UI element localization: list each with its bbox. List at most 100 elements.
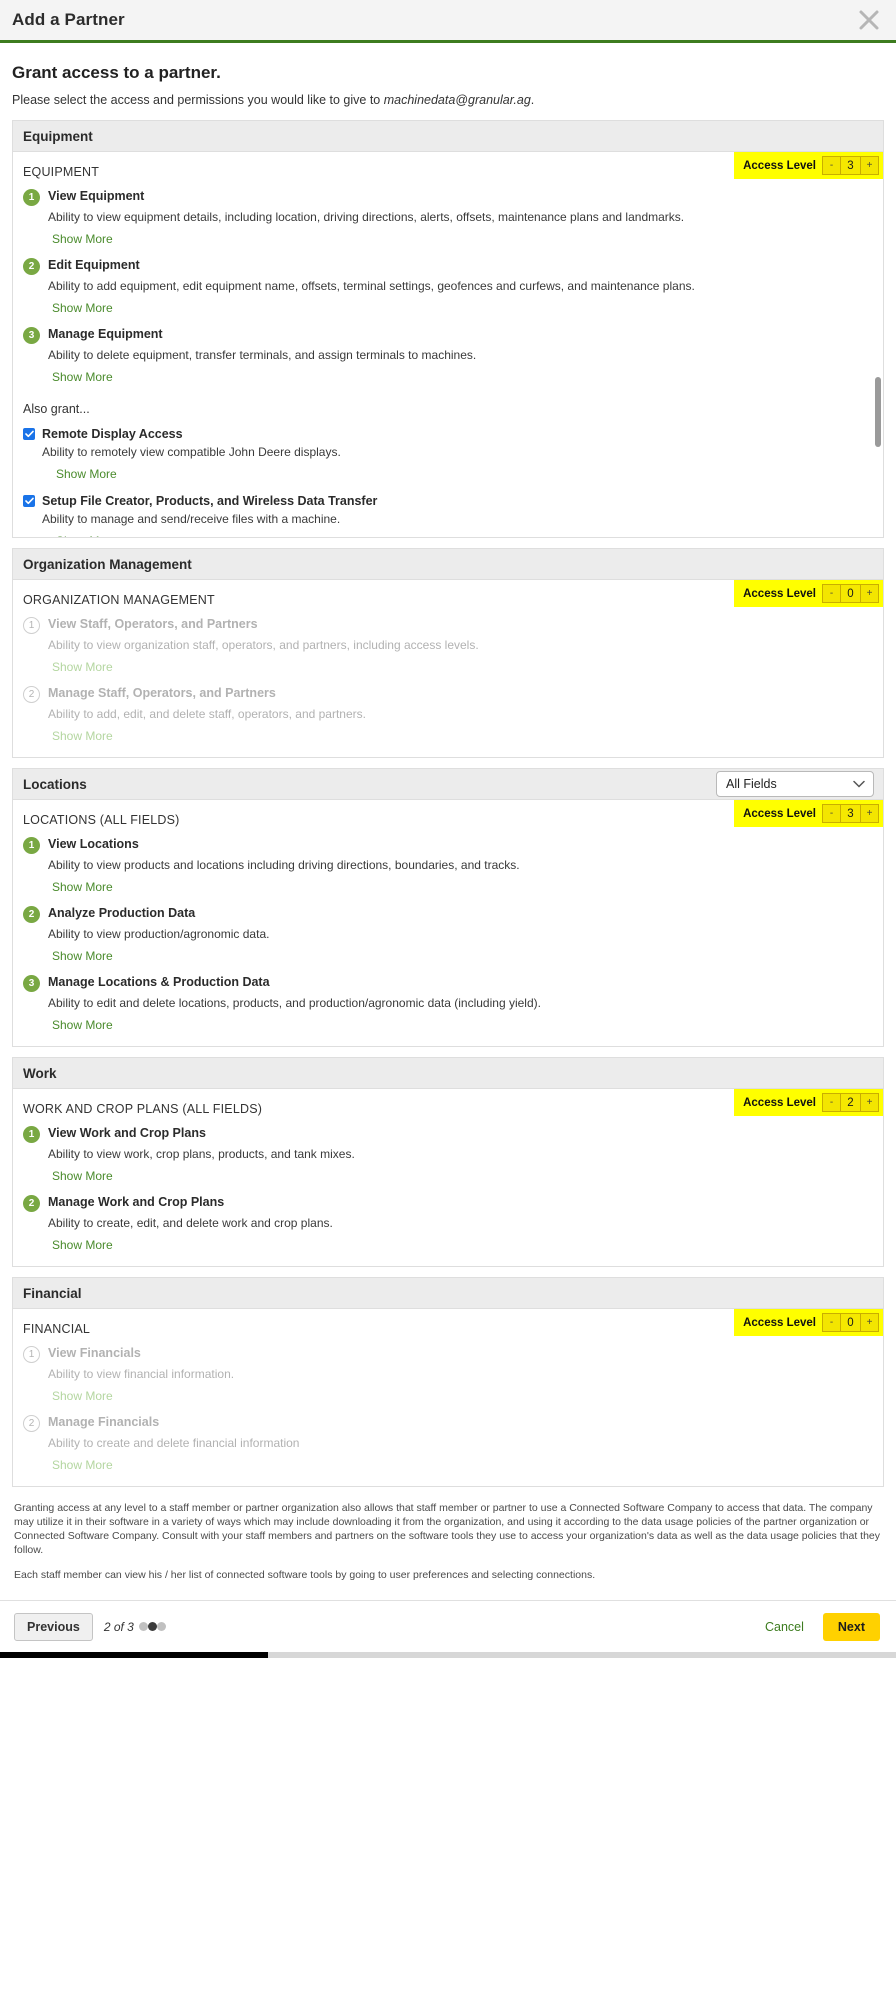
show-more-link[interactable]: Show More xyxy=(56,467,117,481)
panel-work: Work WORK AND CROP PLANS (ALL FIELDS) Acce… xyxy=(12,1057,884,1267)
access-level-value: 3 xyxy=(840,157,861,174)
permission-body: Manage Locations & Production Data Abilit… xyxy=(48,974,873,1034)
bottom-bar-light xyxy=(268,1652,896,1658)
permission-level-badge: 2 xyxy=(23,906,40,923)
permission-description: Ability to view production/agronomic dat… xyxy=(48,927,270,941)
access-level-label: Access Level xyxy=(743,807,816,820)
permission-body: Analyze Production Data Ability to view p… xyxy=(48,905,873,965)
next-button[interactable]: Next xyxy=(822,1612,880,1641)
pager: 2 of 3 xyxy=(104,1618,166,1636)
access-level-row: FINANCIAL Access Level -0 + xyxy=(23,1309,883,1336)
panel-header-title: Work xyxy=(23,1065,57,1081)
grant-item: Setup File Creator, Products, and Wirele… xyxy=(23,493,873,537)
show-more-link[interactable]: Show More xyxy=(52,1238,113,1252)
access-level-decrement-button[interactable]: - xyxy=(823,585,840,602)
permission-level-badge: 2 xyxy=(23,1415,40,1432)
pager-dot[interactable] xyxy=(156,1621,166,1631)
access-level-decrement-button[interactable]: - xyxy=(823,1094,840,1111)
permission-body: View Financials Ability to view financial… xyxy=(48,1345,873,1405)
access-level-stepper: -0 + xyxy=(822,1313,879,1332)
permission-level-badge: 3 xyxy=(23,975,40,992)
panel-header-organization-management: Organization Management xyxy=(13,549,883,580)
panel-header-work: Work xyxy=(13,1058,883,1089)
pager-dot[interactable] xyxy=(138,1621,148,1631)
panel-header-title: Locations xyxy=(23,776,87,792)
access-level-decrement-button[interactable]: - xyxy=(823,157,840,174)
panel-header-title: Financial xyxy=(23,1285,82,1301)
disclaimer: Granting access at any level to a staff … xyxy=(14,1501,882,1582)
panel-organization-management: Organization Management ORGANIZATION MANA… xyxy=(12,548,884,758)
show-more-link: Show More xyxy=(52,1389,113,1403)
permission-level-badge: 3 xyxy=(23,327,40,344)
show-more-link[interactable]: Show More xyxy=(52,880,113,894)
bottom-bar-dark xyxy=(0,1652,268,1658)
permission-item: 1 View Locations Ability to view products … xyxy=(23,836,873,896)
disclaimer-paragraph: Granting access at any level to a staff … xyxy=(14,1502,881,1556)
access-level-stepper: -2 + xyxy=(822,1093,879,1112)
permission-level-badge: 2 xyxy=(23,258,40,275)
panel-body-equipment: EQUIPMENT Access Level -3 + 1 View Equipment A… xyxy=(13,152,883,537)
grant-checkbox[interactable] xyxy=(23,428,35,440)
show-more-link[interactable]: Show More xyxy=(52,1018,113,1032)
access-level-increment-button[interactable]: + xyxy=(861,805,878,822)
grant-checkbox[interactable] xyxy=(23,495,35,507)
permission-item: 1 View Financials Ability to view financia… xyxy=(23,1345,873,1405)
permission-item: 1 View Equipment Ability to view equipment… xyxy=(23,188,873,248)
show-more-link[interactable]: Show More xyxy=(52,232,113,246)
field-select-wrapper: All Fields xyxy=(716,771,874,797)
close-icon[interactable] xyxy=(856,7,882,33)
show-more-link[interactable]: Show More xyxy=(52,949,113,963)
access-level-increment-button[interactable]: + xyxy=(861,1094,878,1111)
panel-scrollbar[interactable] xyxy=(875,159,881,534)
also-grant-label: Also grant... xyxy=(23,402,90,416)
panel-locations: Locations All Fields LOCATIONS (ALL FIELDS… xyxy=(12,768,884,1047)
access-level-value: 3 xyxy=(840,805,861,822)
permission-level-badge: 2 xyxy=(23,686,40,703)
pager-dot[interactable] xyxy=(147,1621,157,1631)
access-level-stepper: -3 + xyxy=(822,804,879,823)
grant-item: Remote Display Access Ability to remotely… xyxy=(23,426,873,483)
access-level-control: Access Level -0 + xyxy=(734,1309,883,1336)
permission-title: View Work and Crop Plans xyxy=(48,1126,206,1140)
permission-body: View Locations Ability to view products a… xyxy=(48,836,873,896)
page-title: Grant access to a partner. xyxy=(12,63,221,82)
category-label: WORK AND CROP PLANS (ALL FIELDS) xyxy=(23,1102,263,1116)
access-level-control: Access Level -0 + xyxy=(734,580,883,607)
permission-description: Ability to delete equipment, transfer te… xyxy=(48,348,477,362)
panel-header-title: Organization Management xyxy=(23,556,192,572)
permission-body: View Equipment Ability to view equipment … xyxy=(48,188,873,248)
permission-item: 2 Analyze Production Data Ability to view … xyxy=(23,905,873,965)
permission-title: Manage Staff, Operators, and Partners xyxy=(48,686,276,700)
access-level-increment-button[interactable]: + xyxy=(861,585,878,602)
access-level-increment-button[interactable]: + xyxy=(861,1314,878,1331)
permission-item: 3 Manage Equipment Ability to delete equip… xyxy=(23,326,873,386)
access-level-decrement-button[interactable]: - xyxy=(823,805,840,822)
access-level-decrement-button[interactable]: - xyxy=(823,1314,840,1331)
permission-description: Ability to add equipment, edit equipment… xyxy=(48,279,695,293)
show-more-link[interactable]: Show More xyxy=(52,370,113,384)
access-level-value: 0 xyxy=(840,1314,861,1331)
permission-item: 1 View Staff, Operators, and Partners Abil… xyxy=(23,616,873,676)
permission-body: Manage Financials Ability to create and d… xyxy=(48,1414,873,1474)
permission-item: 2 Manage Financials Ability to create and … xyxy=(23,1414,873,1474)
show-more-link[interactable]: Show More xyxy=(52,1169,113,1183)
show-more-link[interactable]: Show More xyxy=(52,301,113,315)
permission-title: Edit Equipment xyxy=(48,258,140,272)
pager-text: 2 of 3 xyxy=(103,1619,134,1634)
category-label: ORGANIZATION MANAGEMENT xyxy=(23,593,215,607)
subtitle-suffix: . xyxy=(530,93,535,107)
dialog-titlebar: Add a Partner xyxy=(0,0,896,43)
panel-scrollbar-thumb[interactable] xyxy=(875,376,881,447)
panel-financial: Financial FINANCIAL Access Level -0 + 1 View F… xyxy=(12,1277,884,1487)
permission-description: Ability to view products and locations i… xyxy=(48,858,520,872)
category-label: EQUIPMENT xyxy=(23,165,100,179)
show-more-link[interactable]: Show More xyxy=(56,534,117,537)
cancel-button[interactable]: Cancel xyxy=(757,1614,812,1640)
grant-description: Ability to remotely view compatible John… xyxy=(42,445,341,459)
permission-description: Ability to view equipment details, inclu… xyxy=(48,210,685,224)
permission-title: View Financials xyxy=(48,1346,141,1360)
dialog-title: Add a Partner xyxy=(12,10,125,29)
field-select-locations[interactable]: All Fields xyxy=(716,771,874,797)
previous-button[interactable]: Previous xyxy=(14,1612,93,1641)
permission-body: Manage Work and Crop Plans Ability to cre… xyxy=(48,1194,873,1254)
